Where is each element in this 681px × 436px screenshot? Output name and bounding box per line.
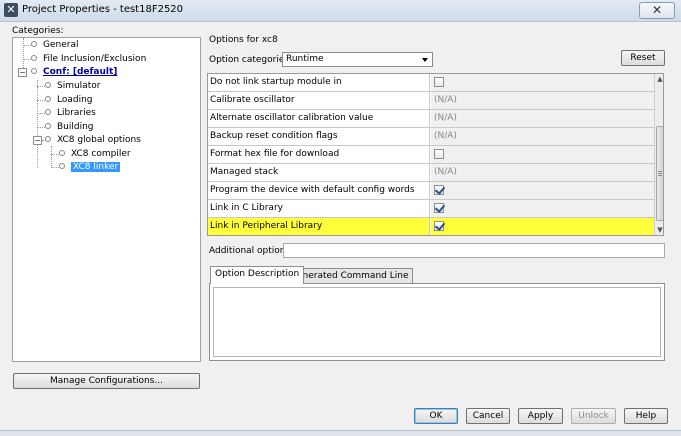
unlock-button[interactable]: Unlock — [571, 408, 616, 424]
options-table: Do not link startup module in Calibrate … — [207, 73, 664, 236]
app-icon: ✕ — [4, 3, 18, 17]
manage-configurations-button[interactable]: Manage Configurations... — [13, 373, 200, 389]
format-hex-checkbox[interactable] — [434, 149, 444, 159]
node-icon — [31, 67, 37, 74]
cancel-button[interactable]: Cancel — [466, 408, 510, 424]
help-button[interactable]: Help — [624, 408, 668, 424]
table-row[interactable]: Managed stack (N/A) — [208, 164, 654, 182]
program-config-words-checkbox[interactable] — [434, 185, 444, 195]
grip-icon — [658, 171, 662, 172]
options-header: Options for xc8 — [209, 35, 278, 45]
table-row[interactable]: Program the device with default config w… — [208, 182, 654, 200]
table-row[interactable]: Calibrate oscillator (N/A) — [208, 92, 654, 110]
do-not-link-startup-checkbox[interactable] — [434, 77, 444, 87]
node-icon — [59, 149, 65, 156]
additional-options-input[interactable] — [283, 243, 665, 258]
additional-options-label: Additional options: — [209, 246, 294, 256]
table-row[interactable]: Do not link startup module in — [208, 74, 654, 92]
title-bar: ✕ Project Properties - test18F2520 ✕ — [0, 0, 681, 22]
node-icon — [45, 95, 51, 102]
ok-button[interactable]: OK — [414, 408, 458, 424]
scroll-down-icon[interactable]: ▼ — [655, 225, 663, 235]
window-title: Project Properties - test18F2520 — [22, 4, 184, 15]
close-button[interactable]: ✕ — [639, 2, 675, 19]
option-categories-select[interactable]: Runtime — [282, 52, 433, 67]
scroll-thumb[interactable] — [656, 126, 663, 221]
node-icon — [45, 81, 51, 88]
node-icon — [45, 122, 51, 129]
collapse-icon[interactable]: − — [18, 68, 27, 77]
categories-label: Categories: — [12, 26, 64, 36]
node-icon — [45, 108, 51, 115]
table-row[interactable]: Format hex file for download — [208, 146, 654, 164]
table-row[interactable]: Alternate oscillator calibration value (… — [208, 110, 654, 128]
description-area — [213, 287, 661, 357]
node-icon — [31, 40, 37, 47]
tree-item-general[interactable]: General — [31, 39, 78, 52]
tree-item-file-inclusion[interactable]: File Inclusion/Exclusion — [31, 53, 146, 66]
option-categories-label: Option categories: — [209, 55, 293, 65]
apply-button[interactable]: Apply — [518, 408, 563, 424]
collapse-icon[interactable]: − — [33, 136, 42, 145]
reset-button[interactable]: Reset — [621, 50, 665, 66]
scroll-up-icon[interactable]: ▲ — [655, 74, 663, 84]
tab-panel — [209, 283, 665, 361]
categories-tree[interactable]: General File Inclusion/Exclusion − Conf:… — [12, 37, 201, 362]
tab-generated-command-line[interactable]: Generated Command Line — [285, 268, 414, 284]
node-icon — [31, 54, 37, 61]
tree-item-building[interactable]: Building — [45, 121, 94, 134]
tree-item-simulator[interactable]: Simulator — [45, 80, 100, 93]
link-c-library-checkbox[interactable] — [434, 203, 444, 213]
tab-option-description[interactable]: Option Description — [210, 266, 305, 284]
node-icon — [59, 162, 65, 169]
link-peripheral-library-checkbox[interactable] — [434, 221, 444, 231]
tree-item-conf-default[interactable]: Conf: [default] — [31, 66, 117, 79]
tree-connector — [51, 146, 52, 168]
taskbar-strip — [0, 430, 681, 436]
table-row[interactable]: Backup reset condition flags (N/A) — [208, 128, 654, 146]
dropdown-arrow-icon — [422, 58, 428, 62]
table-row[interactable]: Link in C Library — [208, 200, 654, 218]
tree-item-xc8-compiler[interactable]: XC8 compiler — [59, 148, 131, 161]
tree-item-libraries[interactable]: Libraries — [45, 107, 96, 120]
tree-connector — [37, 80, 38, 168]
table-row-highlighted[interactable]: Link in Peripheral Library — [208, 218, 654, 235]
node-icon — [45, 135, 51, 142]
tree-item-xc8-linker[interactable]: XC8 linker — [59, 161, 121, 174]
tree-item-xc8-global-options[interactable]: XC8 global options — [45, 134, 141, 147]
table-scrollbar[interactable]: ▲ ▼ — [654, 74, 663, 235]
tree-item-loading[interactable]: Loading — [45, 94, 93, 107]
